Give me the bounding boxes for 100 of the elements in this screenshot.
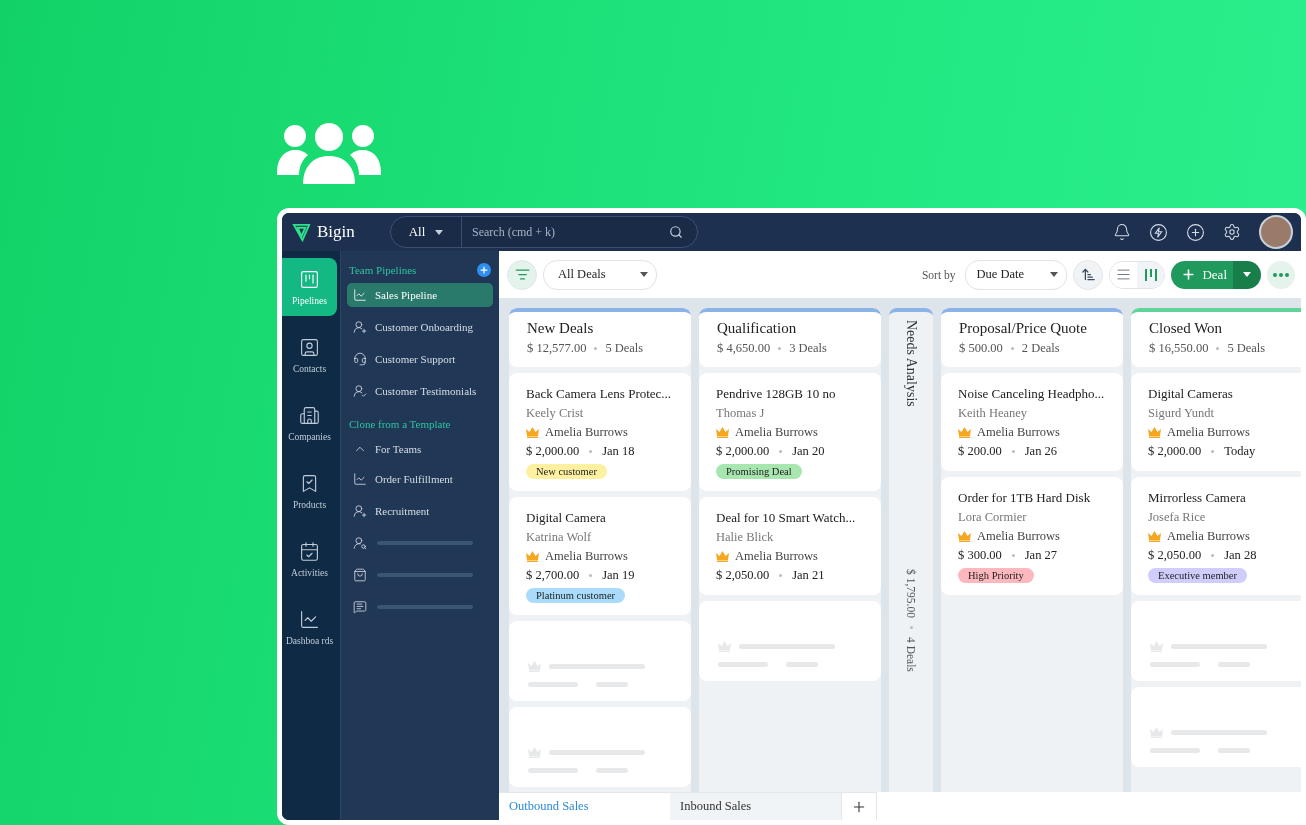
deal-amount: $ 2,050.00 bbox=[1148, 548, 1202, 563]
search-icon bbox=[669, 225, 683, 239]
separator-dot bbox=[909, 626, 913, 630]
stage-amount: $ 12,577.00 bbox=[527, 341, 587, 356]
filter-button[interactable] bbox=[507, 259, 537, 290]
add-deal-menu-button[interactable] bbox=[1233, 260, 1261, 289]
message-icon bbox=[353, 600, 367, 614]
calendar-icon bbox=[299, 540, 320, 562]
stage-amount: $ 16,550.00 bbox=[1149, 341, 1209, 356]
pipeline-item[interactable]: Customer Onboarding bbox=[347, 314, 493, 340]
crown-icon bbox=[1148, 531, 1161, 542]
deal-card[interactable]: Back Camera Lens Protec... Keely Crist Amelia Burrows $ 2,000.00 Jan 18 New customer bbox=[509, 373, 691, 491]
stage-amount: $ 4,650.00 bbox=[717, 341, 771, 356]
stage-title: Closed Won bbox=[1149, 320, 1224, 337]
collapsed-column[interactable]: Needs Analysis $ 1,795.00 4 Deals bbox=[889, 308, 933, 792]
placeholder-line bbox=[596, 768, 628, 773]
crown-icon bbox=[1150, 727, 1163, 738]
pipeline-item[interactable]: Customer Testimonials bbox=[347, 378, 493, 404]
kanban-view-button[interactable] bbox=[1137, 261, 1165, 288]
chart-icon bbox=[299, 608, 320, 630]
deal-card[interactable]: Digital Cameras Sigurd Yundt Amelia Burrows $ 2,000.00 Today bbox=[1131, 373, 1301, 471]
placeholder-line bbox=[528, 768, 578, 773]
add-button[interactable] bbox=[1186, 222, 1205, 242]
section-heading: Clone from a Template bbox=[349, 418, 451, 430]
deal-count: 5 Deals bbox=[1227, 341, 1266, 356]
owner-name: Amelia Burrows bbox=[1167, 425, 1250, 440]
placeholder-line bbox=[718, 662, 768, 667]
search-scope-dropdown[interactable]: All bbox=[391, 217, 462, 247]
crown-icon bbox=[1148, 427, 1161, 438]
deal-title: Mirrorless Camera bbox=[1148, 490, 1247, 506]
contact-name: Halie Blick bbox=[716, 530, 775, 545]
pipeline-item[interactable]: Sales Pipeline bbox=[347, 283, 493, 307]
sort-order-button[interactable] bbox=[1073, 259, 1104, 290]
notifications-button[interactable] bbox=[1113, 223, 1131, 241]
add-pipeline-button[interactable] bbox=[477, 263, 491, 277]
deal-title: Digital Cameras bbox=[1148, 386, 1234, 402]
deal-tag: Platinum customer bbox=[526, 588, 626, 603]
caret-icon bbox=[435, 229, 444, 235]
view-dropdown[interactable]: All Deals bbox=[543, 259, 657, 290]
crown-icon bbox=[528, 747, 541, 758]
deal-count: 2 Deals bbox=[1021, 341, 1060, 356]
separator-dot bbox=[779, 574, 783, 577]
deal-date: Today bbox=[1224, 444, 1256, 459]
deal-card[interactable]: Deal for 10 Smart Watch... Halie Blick Amelia Burrows $ 2,050.00 Jan 21 bbox=[699, 497, 881, 595]
contact-name: Katrina Wolf bbox=[526, 530, 593, 545]
nav-item[interactable]: Activities bbox=[282, 530, 337, 588]
deal-card[interactable]: Noise Canceling Headpho... Keith Heaney Amelia Burrows $ 200.00 Jan 26 bbox=[941, 373, 1123, 471]
crown-icon bbox=[718, 641, 731, 652]
pipeline-tab[interactable]: Inbound Sales bbox=[670, 792, 841, 820]
stage-title: Proposal/Price Quote bbox=[959, 320, 1088, 337]
lightning-button[interactable] bbox=[1149, 222, 1168, 242]
contact-name: Lora Cormier bbox=[958, 510, 1028, 525]
bag-icon bbox=[353, 568, 367, 582]
deal-title: Pendrive 128GB 10 no bbox=[716, 386, 837, 402]
deal-card[interactable]: Pendrive 128GB 10 no Thomas J Amelia Burrows $ 2,000.00 Jan 20 Promising Deal bbox=[699, 373, 881, 491]
placeholder-line bbox=[596, 682, 628, 687]
search-field[interactable]: All Search (cmd + k) bbox=[390, 216, 698, 248]
stage-title: Needs Analysis bbox=[903, 320, 919, 407]
owner-name: Amelia Burrows bbox=[545, 549, 628, 564]
more-button[interactable] bbox=[1267, 260, 1295, 289]
template-item[interactable]: Order Fulfillment bbox=[347, 466, 493, 492]
crown-icon bbox=[526, 551, 539, 562]
nav-item[interactable]: Dashboa rds bbox=[282, 598, 337, 656]
deal-card[interactable]: Order for 1TB Hard Disk Lora Cormier Amelia Burrows $ 300.00 Jan 27 High Priority bbox=[941, 477, 1123, 595]
separator-dot bbox=[778, 347, 782, 350]
crown-icon bbox=[958, 427, 971, 438]
deal-title: Noise Canceling Headpho... bbox=[958, 386, 1106, 402]
user-card-icon bbox=[299, 336, 320, 358]
user-check-icon bbox=[353, 384, 367, 398]
nav-item[interactable]: Companies bbox=[282, 394, 337, 452]
settings-button[interactable] bbox=[1223, 223, 1241, 241]
separator-dot bbox=[594, 347, 598, 350]
deal-date: Jan 21 bbox=[792, 568, 825, 583]
deal-title: Deal for 10 Smart Watch... bbox=[716, 510, 857, 526]
separator-dot bbox=[1011, 554, 1015, 557]
plus-icon bbox=[1181, 267, 1197, 282]
separator-dot bbox=[779, 450, 783, 453]
placeholder-line bbox=[1218, 748, 1250, 753]
sort-label: Sort by bbox=[921, 268, 956, 281]
add-tab-button[interactable] bbox=[841, 792, 877, 820]
avatar[interactable] bbox=[1259, 215, 1293, 249]
deal-card[interactable]: Mirrorless Camera Josefa Rice Amelia Burrows $ 2,050.00 Jan 28 Executive member bbox=[1131, 477, 1301, 595]
pipeline-item[interactable]: Customer Support bbox=[347, 346, 493, 372]
template-item[interactable]: Recruitment bbox=[347, 498, 493, 524]
deal-card[interactable]: Digital Camera Katrina Wolf Amelia Burrows $ 2,700.00 Jan 19 Platinum customer bbox=[509, 497, 691, 615]
deal-amount: $ 2,050.00 bbox=[716, 568, 770, 583]
section-heading: Team Pipelines bbox=[349, 264, 417, 276]
separator-dot bbox=[1211, 450, 1215, 453]
separator-dot bbox=[1010, 347, 1014, 350]
crown-icon bbox=[958, 531, 971, 542]
deal-amount: $ 2,700.00 bbox=[526, 568, 580, 583]
nav-item[interactable]: Products bbox=[282, 462, 337, 520]
contact-name: Keith Heaney bbox=[958, 406, 1029, 421]
deal-amount: $ 2,000.00 bbox=[1148, 444, 1202, 459]
contact-name: Thomas J bbox=[716, 406, 766, 421]
deal-tag: Executive member bbox=[1148, 568, 1247, 583]
user-plus-icon bbox=[353, 320, 367, 334]
nav-item[interactable]: Contacts bbox=[282, 326, 337, 384]
sort-dropdown[interactable]: Due Date bbox=[965, 259, 1068, 290]
template-group[interactable]: For Teams bbox=[347, 438, 493, 460]
